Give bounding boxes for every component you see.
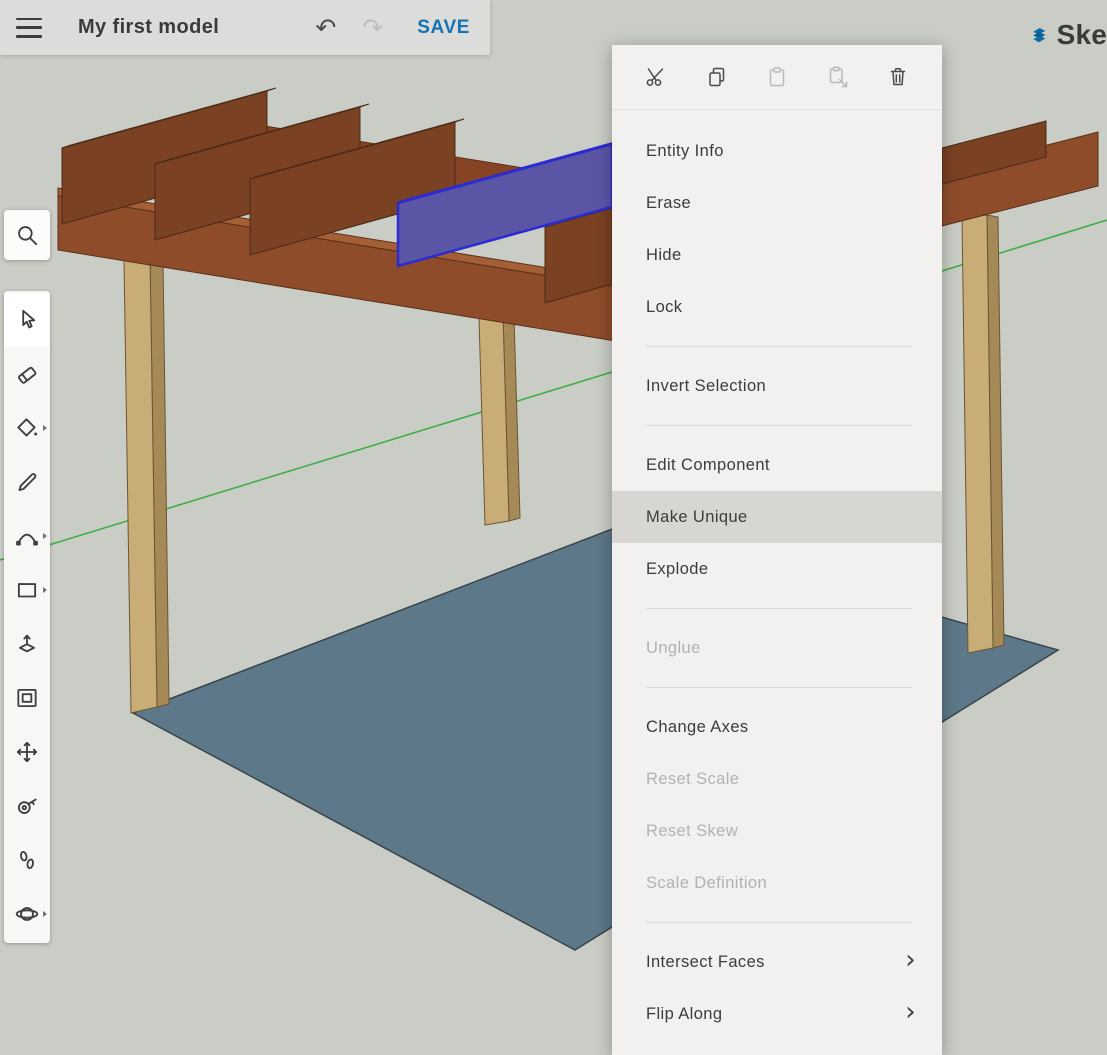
- sketchup-web-app: { "header": { "title": "My first model",…: [0, 0, 1107, 1055]
- menu-item-label: Lock: [646, 298, 682, 317]
- menu-item-label: Explode: [646, 560, 708, 579]
- orbit-icon: [14, 901, 40, 927]
- menu-item-label: Erase: [646, 194, 691, 213]
- select-tool-button[interactable]: [4, 293, 50, 347]
- menu-item-label: Unglue: [646, 639, 701, 658]
- paste-in-place-icon: [826, 65, 850, 89]
- top-bar: My first model ↶ ↷ SAVE: [0, 0, 490, 55]
- paint-icon: [14, 415, 40, 441]
- delete-button[interactable]: [886, 65, 910, 89]
- tape-measure-icon: [14, 793, 40, 819]
- menu-item-label: Reset Skew: [646, 822, 738, 841]
- menu-item-make-unique[interactable]: Make Unique: [612, 491, 942, 543]
- green-axis-line: [0, 372, 612, 560]
- paste-in-place-button[interactable]: [826, 65, 850, 89]
- right-post[interactable]: [962, 215, 1004, 653]
- center-post[interactable]: [479, 315, 520, 525]
- cut-button[interactable]: [644, 65, 668, 89]
- menu-item-label: Reset Scale: [646, 770, 739, 789]
- menu-separator: [646, 346, 912, 347]
- eraser-icon: [14, 361, 40, 387]
- undo-icon: ↶: [315, 13, 336, 42]
- offset-icon: [14, 685, 40, 711]
- shapes-tool-button[interactable]: [4, 563, 50, 617]
- orbit-tool-button[interactable]: [4, 887, 50, 941]
- redo-button[interactable]: ↷: [362, 15, 383, 40]
- offset-tool-button[interactable]: [4, 671, 50, 725]
- menu-item-label: Change Axes: [646, 718, 749, 737]
- main-menu-button[interactable]: [16, 18, 42, 38]
- paste-icon: [765, 65, 789, 89]
- submenu-chevron-icon: ›: [905, 997, 916, 1027]
- document-title: My first model: [78, 16, 219, 39]
- menu-item-label: Hide: [646, 246, 682, 265]
- menu-item-lock[interactable]: Lock: [612, 281, 942, 333]
- menu-item-scale-definition: Scale Definition: [612, 857, 942, 909]
- left-post[interactable]: [124, 257, 169, 713]
- menu-item-change-axes[interactable]: Change Axes: [612, 701, 942, 753]
- submenu-chevron-icon: ›: [905, 945, 916, 975]
- walk-icon: [14, 847, 40, 873]
- menu-item-explode[interactable]: Explode: [612, 543, 942, 595]
- menu-item-intersect-faces[interactable]: Intersect Faces ›: [612, 936, 942, 988]
- line-tool-button[interactable]: [4, 455, 50, 509]
- context-menu: Entity Info Erase Hide Lock Invert Selec…: [612, 45, 942, 1055]
- menu-separator: [646, 608, 912, 609]
- menu-item-reset-scale: Reset Scale: [612, 753, 942, 805]
- arc-tool-button[interactable]: [4, 509, 50, 563]
- undo-button[interactable]: ↶: [315, 15, 336, 40]
- menu-item-label: Invert Selection: [646, 377, 766, 396]
- menu-item-edit-component[interactable]: Edit Component: [612, 439, 942, 491]
- menu-item-label: Edit Component: [646, 456, 770, 475]
- menu-item-label: Flip Along: [646, 1005, 722, 1024]
- menu-item-erase[interactable]: Erase: [612, 177, 942, 229]
- menu-item-reset-skew: Reset Skew: [612, 805, 942, 857]
- select-icon: [14, 307, 40, 333]
- copy-icon: [705, 65, 729, 89]
- brand-text: Ske: [1057, 19, 1107, 51]
- eraser-tool-button[interactable]: [4, 347, 50, 401]
- menu-item-unglue: Unglue: [612, 622, 942, 674]
- menu-item-label: Entity Info: [646, 142, 724, 161]
- brand: Ske: [1030, 15, 1107, 55]
- move-tool-button[interactable]: [4, 725, 50, 779]
- menu-item-invert-selection[interactable]: Invert Selection: [612, 360, 942, 412]
- menu-separator: [646, 425, 912, 426]
- paste-button[interactable]: [765, 65, 789, 89]
- arc-icon: [14, 523, 40, 549]
- copy-button[interactable]: [705, 65, 729, 89]
- menu-item-label: Intersect Faces: [646, 953, 765, 972]
- menu-item-label: Scale Definition: [646, 874, 767, 893]
- pencil-icon: [14, 469, 40, 495]
- menu-item-label: Make Unique: [646, 508, 748, 527]
- tool-panel: [4, 291, 50, 943]
- redo-icon: ↷: [362, 13, 383, 42]
- context-menu-action-row: [612, 45, 942, 110]
- cut-icon: [644, 65, 668, 89]
- menu-item-flip-along[interactable]: Flip Along ›: [612, 988, 942, 1040]
- hamburger-icon: [16, 18, 42, 21]
- push-pull-tool-button[interactable]: [4, 617, 50, 671]
- sketchup-logo-icon: [1030, 15, 1049, 55]
- menu-separator: [646, 922, 912, 923]
- search-icon: [14, 222, 40, 248]
- context-menu-list: Entity Info Erase Hide Lock Invert Selec…: [612, 110, 942, 1040]
- tape-measure-tool-button[interactable]: [4, 779, 50, 833]
- rectangle-icon: [14, 577, 40, 603]
- move-icon: [14, 739, 40, 765]
- menu-item-hide[interactable]: Hide: [612, 229, 942, 281]
- menu-separator: [646, 687, 912, 688]
- menu-item-entity-info[interactable]: Entity Info: [612, 125, 942, 177]
- paint-tool-button[interactable]: [4, 401, 50, 455]
- trash-icon: [886, 65, 910, 89]
- push-pull-icon: [14, 631, 40, 657]
- search-tool-button[interactable]: [4, 210, 50, 260]
- save-button[interactable]: SAVE: [417, 17, 470, 39]
- walk-tool-button[interactable]: [4, 833, 50, 887]
